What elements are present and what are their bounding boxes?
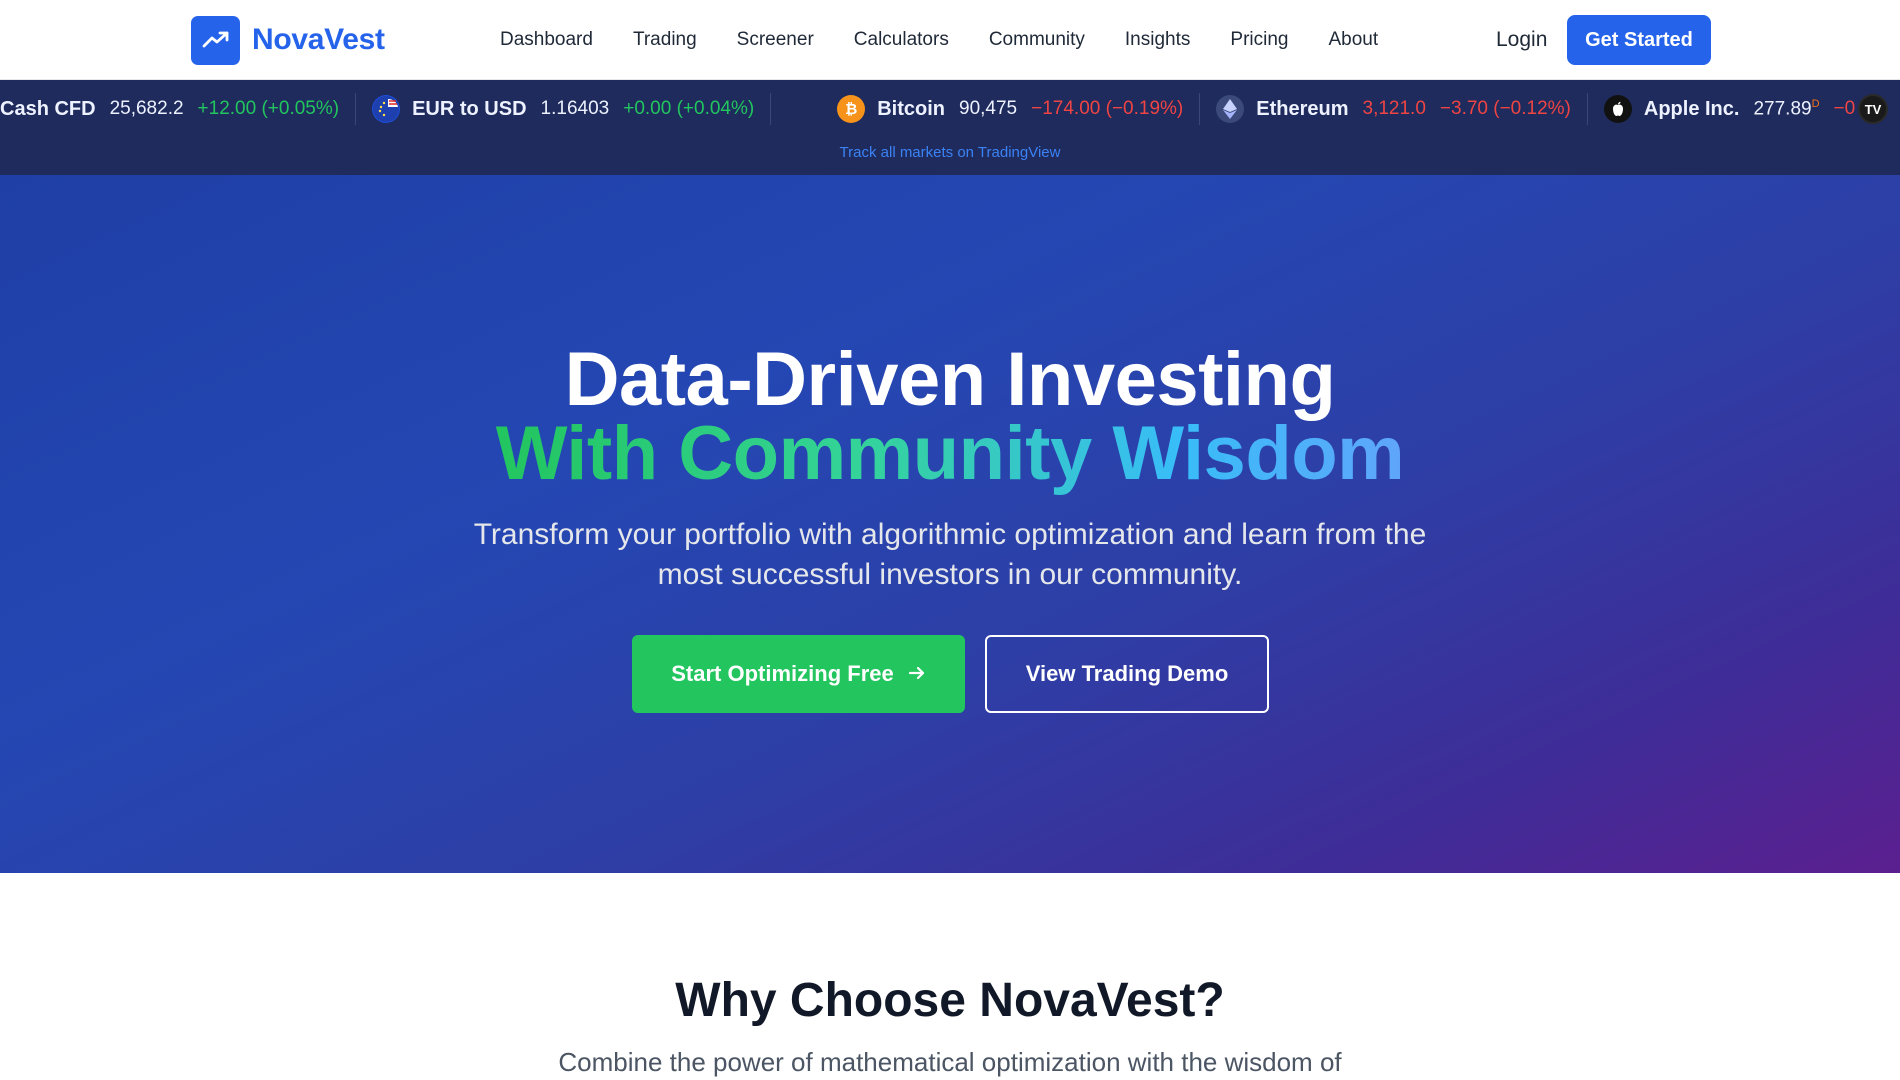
ticker-change: −0 (1833, 98, 1856, 119)
ticker-price: 1.16403 (540, 98, 610, 119)
nav-link-community[interactable]: Community (989, 29, 1085, 51)
trending-up-icon (191, 15, 240, 65)
hero-title-highlight: With Community Wisdom (0, 409, 1900, 499)
main-menu: Dashboard Trading Screener Calculators C… (500, 0, 1378, 80)
ticker-item[interactable]: Apple Inc. 277.89D −0 (1588, 93, 1871, 125)
ticker-price: 25,682.2 (109, 98, 184, 119)
brand[interactable]: NovaVest (191, 15, 385, 65)
login-link[interactable]: Login (1496, 28, 1547, 52)
hero-subtitle: Transform your portfolio with algorithmi… (473, 518, 1427, 591)
tradingview-link[interactable]: Track all markets on TradingView (0, 144, 1900, 161)
ticker-name: Cash CFD (0, 97, 96, 120)
ethereum-icon (1216, 95, 1245, 123)
get-started-button[interactable]: Get Started (1567, 15, 1711, 65)
nav-link-pricing[interactable]: Pricing (1230, 29, 1288, 51)
brand-name: NovaVest (252, 23, 385, 56)
nav-link-about[interactable]: About (1328, 29, 1378, 51)
ticker-name: Ethereum (1256, 97, 1349, 120)
start-optimizing-label: Start Optimizing Free (671, 661, 894, 686)
ticker-name: Apple Inc. (1643, 97, 1740, 120)
ticker-change: −174.00 (−0.19%) (1031, 98, 1184, 119)
nav-link-calculators[interactable]: Calculators (854, 29, 949, 51)
hero-section: Data-Driven Investing With Community Wis… (0, 175, 1900, 873)
ticker-price-flag: D (1811, 97, 1820, 110)
ticker-item[interactable]: EUR to USD 1.16403 +0.00 (+0.04%) (356, 93, 772, 125)
market-ticker: Cash CFD 25,682.2 +12.00 (+0.05%) EUR to… (0, 80, 1900, 175)
ticker-price: 3,121.0 (1362, 98, 1426, 119)
why-section-title: Why Choose NovaVest? (675, 974, 1225, 1027)
ticker-price-value: 277.89 (1753, 98, 1812, 120)
nav-link-screener[interactable]: Screener (737, 29, 814, 51)
ticker-item[interactable]: ₿ Bitcoin 90,475 −174.00 (−0.19%) (821, 93, 1201, 125)
ticker-price: 277.89D (1753, 98, 1819, 120)
ticker-change: −3.70 (−0.12%) (1439, 98, 1571, 119)
bitcoin-icon: ₿ (837, 95, 866, 123)
start-optimizing-button[interactable]: Start Optimizing Free (632, 635, 965, 713)
ticker-change: +0.00 (+0.04%) (623, 98, 755, 119)
apple-icon (1603, 95, 1632, 123)
eu-us-flag-icon (372, 95, 401, 123)
ticker-item[interactable]: Ethereum 3,121.0 −3.70 (−0.12%) (1200, 93, 1588, 125)
ticker-item[interactable]: Cash CFD 25,682.2 +12.00 (+0.05%) (0, 93, 357, 125)
view-trading-demo-button[interactable]: View Trading Demo (985, 635, 1269, 713)
arrow-right-icon (908, 661, 926, 687)
ticker-name: EUR to USD (412, 97, 527, 120)
ticker-name: Bitcoin (877, 97, 945, 120)
tradingview-logo-icon[interactable]: TV (1858, 94, 1888, 124)
ticker-row: Cash CFD 25,682.2 +12.00 (+0.05%) EUR to… (0, 93, 1884, 125)
why-section-subtitle: Combine the power of mathematical optimi… (558, 1047, 1342, 1077)
ticker-price: 90,475 (959, 98, 1018, 119)
ticker-change: +12.00 (+0.05%) (197, 98, 340, 119)
top-navigation: NovaVest Dashboard Trading Screener Calc… (0, 0, 1900, 80)
nav-link-insights[interactable]: Insights (1125, 29, 1190, 51)
nav-link-dashboard[interactable]: Dashboard (500, 29, 593, 51)
hero-title-gradient-text: With Community Wisdom (495, 411, 1405, 496)
nav-link-trading[interactable]: Trading (633, 29, 697, 51)
